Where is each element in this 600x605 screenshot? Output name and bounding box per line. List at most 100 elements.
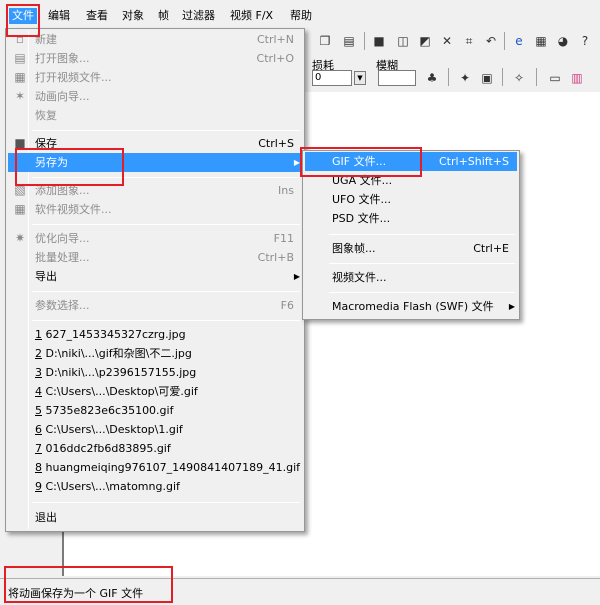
menu-item-batch[interactable]: 批量处理... Ctrl+B — [8, 248, 302, 267]
menu-item-exit[interactable]: 退出 — [8, 508, 302, 527]
toolbar-separator — [448, 68, 449, 86]
menu-separator — [329, 263, 515, 264]
menu-item-save-as[interactable]: 另存为 ▶ — [8, 153, 302, 172]
menu-item-optimize-wizard[interactable]: ✷ 优化向导... F11 — [8, 229, 302, 248]
save-icon[interactable]: ■ — [370, 32, 388, 50]
recent-file-name: 627_1453345327czrg.jpg — [42, 328, 186, 341]
recent-file-name: D:\niki\...\p2396157155.jpg — [42, 366, 197, 379]
menu-item-label: 保存 — [35, 137, 57, 150]
menu-item-shortcut: Ctrl+O — [256, 52, 294, 65]
recent-file-5[interactable]: 5 5735e823e6c35100.gif — [8, 401, 302, 420]
submenu-item-gif[interactable]: GIF 文件... Ctrl+Shift+S — [305, 152, 517, 171]
recent-file-name: C:\Users\...\matomng.gif — [42, 480, 180, 493]
settings-icon[interactable]: ✧ — [510, 69, 528, 87]
recent-file-2[interactable]: 2 D:\niki\...\gif和杂图\不二.jpg — [8, 344, 302, 363]
menu-item-new[interactable]: ▫ 新建 Ctrl+N — [8, 30, 302, 49]
recent-file-6[interactable]: 6 C:\Users\...\Desktop\1.gif — [8, 420, 302, 439]
menu-item-label: Macromedia Flash (SWF) 文件 — [332, 300, 494, 313]
menu-item-animation-wizard[interactable]: ✶ 动画向导... — [8, 87, 302, 106]
menu-frame[interactable]: 帧 — [155, 8, 172, 24]
recent-file-name: D:\niki\...\gif和杂图\不二.jpg — [42, 347, 192, 360]
menu-item-label: 参数选择... — [35, 299, 90, 312]
recent-file-1[interactable]: 1 627_1453345327czrg.jpg — [8, 325, 302, 344]
menu-view[interactable]: 查看 — [83, 8, 111, 24]
chevron-right-icon: ▶ — [508, 302, 515, 311]
menu-item-shortcut: F6 — [280, 299, 294, 312]
color-palette-icon[interactable]: ▥ — [568, 69, 586, 87]
grid-icon[interactable]: ▦ — [532, 32, 550, 50]
recent-file-4[interactable]: 4 C:\Users\...\Desktop\可爱.gif — [8, 382, 302, 401]
menu-separator — [32, 130, 300, 131]
submenu-item-flash-swf[interactable]: Macromedia Flash (SWF) 文件 ▶ — [305, 297, 517, 316]
toolbar-separator — [504, 32, 505, 50]
menu-filter[interactable]: 过滤器 — [179, 8, 218, 24]
magic-icon[interactable]: ◕ — [554, 32, 572, 50]
recent-file-name: C:\Users\...\Desktop\1.gif — [42, 423, 183, 436]
crop-icon[interactable]: ⌗ — [460, 32, 478, 50]
recent-file-number: 7 — [35, 442, 42, 455]
new-doc-icon: ▫ — [15, 32, 25, 46]
menu-video-fx[interactable]: 视频 F/X — [227, 8, 276, 24]
submenu-item-image-frames[interactable]: 图象帧... Ctrl+E — [305, 239, 517, 258]
menu-object[interactable]: 对象 — [119, 8, 147, 24]
submenu-item-psd[interactable]: PSD 文件... — [305, 209, 517, 228]
layer-icon[interactable]: ◩ — [416, 32, 434, 50]
browser-preview-icon[interactable]: e — [510, 32, 528, 50]
menu-separator — [32, 291, 300, 292]
toolbar-separator — [502, 68, 503, 86]
menu-item-shortcut: Ins — [278, 184, 294, 197]
menu-item-label: UGA 文件... — [332, 174, 393, 187]
menu-separator — [32, 502, 300, 503]
menu-item-label: 新建 — [35, 33, 57, 46]
menu-item-save[interactable]: ■ 保存 Ctrl+S — [8, 134, 302, 153]
menu-bar: 文件 编辑 查看 对象 帧 过滤器 视频 F/X 帮助 — [0, 0, 600, 30]
menu-item-open-image[interactable]: ▤ 打开图象... Ctrl+O — [8, 49, 302, 68]
recent-file-3[interactable]: 3 D:\niki\...\p2396157155.jpg — [8, 363, 302, 382]
preview-icon[interactable]: ▭ — [546, 69, 564, 87]
recent-file-7[interactable]: 7 016ddc2fb6d83895.gif — [8, 439, 302, 458]
open-folder-icon[interactable]: ▣ — [478, 69, 496, 87]
paste-icon[interactable]: ▤ — [340, 32, 358, 50]
menu-separator — [329, 292, 515, 293]
menu-item-label: 打开视频文件... — [35, 71, 112, 84]
menu-item-label: UFO 文件... — [332, 193, 392, 206]
recent-file-name: 5735e823e6c35100.gif — [42, 404, 174, 417]
blur-input[interactable] — [378, 70, 416, 86]
menu-separator — [329, 234, 515, 235]
menu-help[interactable]: 帮助 — [287, 8, 315, 24]
recent-file-name: huangmeiqing976107_1490841407189_41.gif — [42, 461, 301, 474]
menu-item-preferences[interactable]: 参数选择... F6 — [8, 296, 302, 315]
dithering-input[interactable]: 0 — [312, 70, 352, 86]
help-pointer-icon[interactable]: ? — [576, 32, 594, 50]
tools-icon[interactable]: ✦ — [456, 69, 474, 87]
add-image-icon: ▧ — [14, 183, 26, 197]
chevron-right-icon: ▶ — [293, 158, 300, 167]
recent-file-9[interactable]: 9 C:\Users\...\matomng.gif — [8, 477, 302, 496]
recent-file-number: 6 — [35, 423, 42, 436]
menu-item-export[interactable]: 导出 ▶ — [8, 267, 302, 286]
menu-separator — [32, 224, 300, 225]
status-text: 将动画保存为一个 GIF 文件 — [8, 587, 144, 600]
recent-file-name: C:\Users\...\Desktop\可爱.gif — [42, 385, 198, 398]
menu-item-revert[interactable]: 恢复 — [8, 106, 302, 125]
delete-icon[interactable]: ✕ — [438, 32, 456, 50]
wizard-icon: ✶ — [14, 89, 26, 103]
recent-file-8[interactable]: 8 huangmeiqing976107_1490841407189_41.gi… — [8, 458, 302, 477]
menu-item-label: 动画向导... — [35, 90, 90, 103]
frame-icon[interactable]: ◫ — [394, 32, 412, 50]
recent-file-number: 1 — [35, 328, 42, 341]
undo-icon[interactable]: ↶ — [482, 32, 500, 50]
recent-file-number: 5 — [35, 404, 42, 417]
menu-file[interactable]: 文件 — [9, 8, 37, 24]
menu-item-add-image[interactable]: ▧ 添加图象... Ins — [8, 181, 302, 200]
copy-icon[interactable]: ❐ — [316, 32, 334, 50]
menu-item-video-file[interactable]: ▦ 软件视频文件... — [8, 200, 302, 219]
menu-item-open-video[interactable]: ▦ 打开视频文件... — [8, 68, 302, 87]
submenu-item-video-file[interactable]: 视频文件... — [305, 268, 517, 287]
palette-icon[interactable]: ♣ — [423, 69, 441, 87]
menu-edit[interactable]: 编辑 — [45, 8, 73, 24]
chevron-down-icon[interactable]: ▼ — [354, 71, 366, 85]
submenu-item-uga[interactable]: UGA 文件... — [305, 171, 517, 190]
open-video-icon: ▦ — [14, 70, 26, 84]
submenu-item-ufo[interactable]: UFO 文件... — [305, 190, 517, 209]
